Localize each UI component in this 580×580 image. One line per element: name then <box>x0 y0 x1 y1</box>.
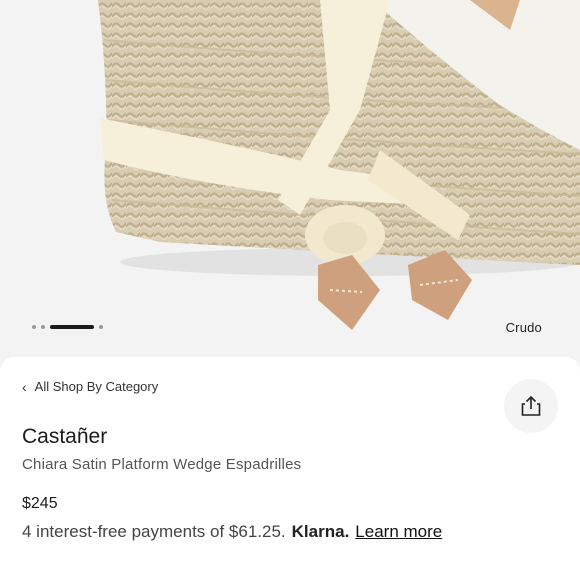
product-info-sheet: ‹ All Shop By Category Castañer Chiara S… <box>0 357 580 580</box>
carousel-dot[interactable] <box>41 325 45 329</box>
brand-name: Castañer <box>22 425 108 448</box>
share-icon <box>521 395 541 416</box>
product-image <box>98 0 580 330</box>
installments-text: 4 interest-free payments of $61.25. <box>22 522 286 541</box>
product-image-carousel[interactable]: Crudo <box>0 0 580 360</box>
carousel-dot-active[interactable] <box>50 325 94 329</box>
klarna-logo: Klarna. <box>291 522 350 541</box>
color-name-label: Crudo <box>505 320 542 335</box>
product-name: Chiara Satin Platform Wedge Espadrilles <box>22 456 302 473</box>
carousel-pagination[interactable] <box>32 323 103 331</box>
share-button[interactable] <box>504 379 558 433</box>
learn-more-link[interactable]: Learn more <box>355 522 442 542</box>
back-to-category-link[interactable]: ‹ All Shop By Category <box>22 379 158 394</box>
carousel-dot[interactable] <box>99 325 103 329</box>
carousel-dot[interactable] <box>32 325 36 329</box>
product-price: $245 <box>22 495 58 512</box>
chevron-left-icon: ‹ <box>22 378 27 395</box>
installments-info: 4 interest-free payments of $61.25. Klar… <box>22 522 442 542</box>
back-link-label: All Shop By Category <box>34 379 159 394</box>
